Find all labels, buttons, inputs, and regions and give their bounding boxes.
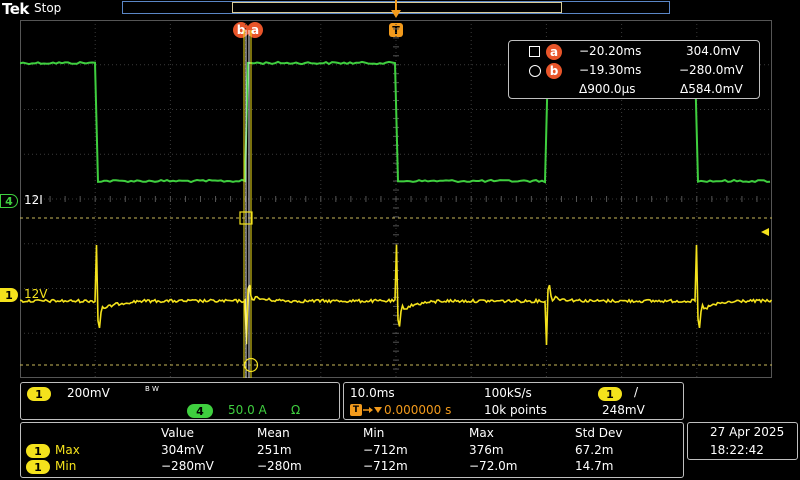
- measurement-value: 251m: [257, 443, 292, 457]
- measurement-value: −280m: [257, 459, 302, 473]
- trigger-position[interactable]: 0.000000 s: [384, 403, 451, 417]
- cursor-readout-panel[interactable]: a −20.20ms 304.0mV b −19.30ms −280.0mV Δ…: [508, 40, 760, 99]
- ch1-badge[interactable]: 1: [27, 387, 51, 401]
- measurement-header-mean: Mean: [257, 426, 290, 440]
- cursor-b-time: −19.30ms: [579, 63, 642, 77]
- trigger-position-arrow-icon[interactable]: [389, 0, 403, 20]
- measurement-channel-badge[interactable]: 1: [26, 444, 50, 458]
- timebase[interactable]: 10.0ms: [350, 386, 395, 400]
- measurement-header-value: Value: [161, 426, 194, 440]
- measurement-value: −280mV: [161, 459, 214, 473]
- cursor-delta-value: Δ584.0mV: [680, 82, 743, 96]
- sample-rate: 100kS/s: [484, 386, 532, 400]
- top-bar: Tek Stop: [0, 0, 800, 18]
- trigger-delay-arrow-icon: [363, 407, 382, 413]
- cursor-b-badge: b: [546, 63, 562, 79]
- ch4-marker[interactable]: 4: [0, 194, 18, 208]
- ch4-termination-icon: Ω: [291, 403, 301, 417]
- ch4-label: 12I: [24, 193, 43, 207]
- ch1-waveform: [20, 244, 772, 346]
- record-length[interactable]: 10k points: [484, 403, 547, 417]
- trigger-source-badge[interactable]: 1: [598, 387, 622, 401]
- trigger-level[interactable]: 248mV: [602, 403, 645, 417]
- cursor-a-time: −20.20ms: [579, 44, 642, 58]
- cursor-b-circle-icon: [529, 65, 541, 77]
- cursor-a-square-icon: [529, 46, 540, 57]
- ch1-label: 12V: [24, 287, 48, 301]
- ch1-scale[interactable]: 200mV: [67, 386, 110, 400]
- datetime-panel[interactable]: 27 Apr 2025 18:22:42: [687, 422, 798, 460]
- measurement-value: 67.2m: [575, 443, 614, 457]
- date: 27 Apr 2025: [710, 425, 785, 439]
- vertical-settings-panel[interactable]: 1 200mV B W 4 50.0 A Ω: [20, 382, 340, 420]
- cursor-a-badge: a: [546, 44, 562, 60]
- measurement-value: 376m: [469, 443, 504, 457]
- measurement-header-std-dev: Std Dev: [575, 426, 623, 440]
- measurement-header-max: Max: [469, 426, 494, 440]
- measurement-name[interactable]: Max: [55, 443, 80, 457]
- horizontal-trigger-panel[interactable]: 10.0ms 100kS/s 1 / T 0.000000 s 10k poin…: [343, 382, 684, 420]
- measurement-name[interactable]: Min: [55, 459, 76, 473]
- trigger-level-arrow-icon[interactable]: [758, 226, 770, 238]
- bandwidth-limit-icon: B W: [145, 385, 159, 393]
- measurement-panel[interactable]: Value Mean Min Max Std Dev 1 Max 304mV 251m −712…: [20, 422, 684, 478]
- measurement-value: −712m: [363, 443, 408, 457]
- measurement-value: −72.0m: [469, 459, 518, 473]
- measurement-value: −712m: [363, 459, 408, 473]
- ch1-marker[interactable]: 1: [0, 288, 18, 302]
- time: 18:22:42: [710, 443, 764, 457]
- ch4-badge[interactable]: 4: [187, 404, 213, 418]
- cursor-delta-time: Δ900.0µs: [579, 82, 636, 96]
- trigger-position-icon: T: [350, 404, 362, 416]
- tek-logo: Tek: [2, 0, 29, 18]
- acquisition-status[interactable]: Stop: [34, 1, 61, 15]
- ch4-scale[interactable]: 50.0 A: [228, 403, 267, 417]
- measurement-header-min: Min: [363, 426, 385, 440]
- measurement-channel-badge[interactable]: 1: [26, 460, 50, 474]
- measurement-value: 304mV: [161, 443, 204, 457]
- cursor-b-value: −280.0mV: [679, 63, 744, 77]
- measurement-value: 14.7m: [575, 459, 614, 473]
- cursor-a-value: 304.0mV: [686, 44, 741, 58]
- trigger-slope-icon[interactable]: /: [634, 385, 638, 399]
